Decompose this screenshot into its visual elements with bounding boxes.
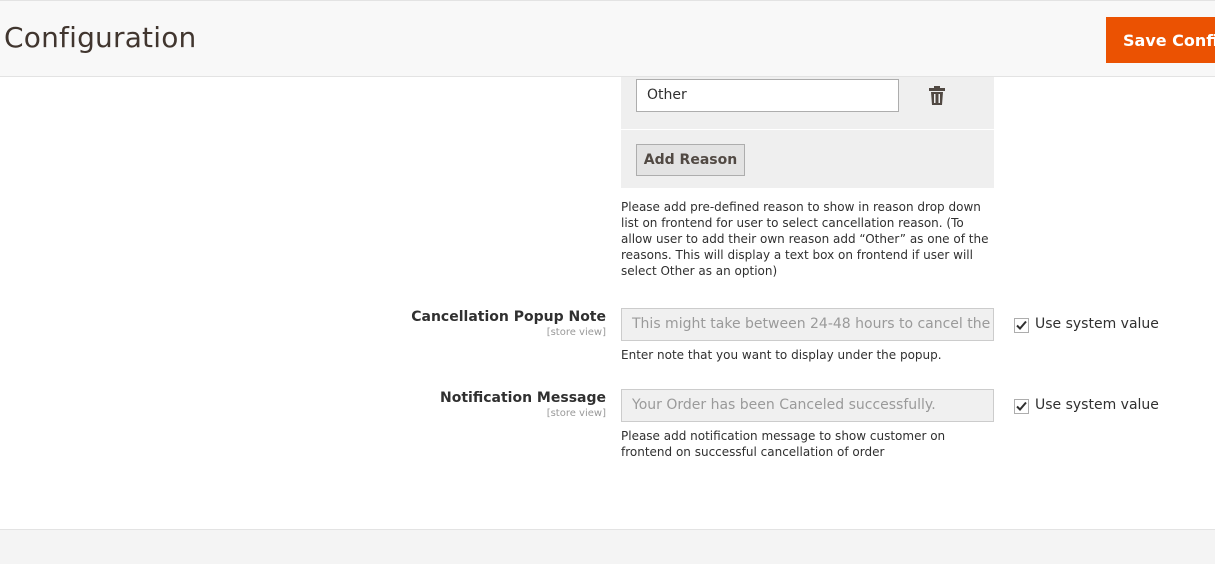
popup-note-use-system-checkbox[interactable] [1014, 318, 1029, 333]
page-footer [0, 529, 1215, 564]
page-title: Configuration [4, 21, 197, 54]
add-reason-row: Add Reason [621, 130, 994, 188]
notification-hint: Please add notification message to show … [621, 429, 946, 459]
reason-input[interactable]: Other [636, 79, 899, 112]
checkmark-icon [1016, 401, 1027, 411]
page-header: Configuration Save Config [0, 0, 1215, 77]
popup-note-use-system-label[interactable]: Use system value [1035, 316, 1159, 332]
checkmark-icon [1016, 320, 1027, 330]
notification-use-system-label[interactable]: Use system value [1035, 397, 1159, 413]
popup-note-scope: [store view] [546, 327, 606, 338]
save-config-button[interactable]: Save Config [1106, 17, 1215, 63]
notification-scope: [store view] [546, 408, 606, 419]
reason-row: Other [621, 77, 994, 129]
notification-input[interactable]: Your Order has been Canceled successfull… [621, 389, 994, 422]
reasons-note: Please add pre-defined reason to show in… [621, 200, 989, 278]
add-reason-button[interactable]: Add Reason [636, 144, 745, 176]
notification-label: Notification Message [440, 390, 606, 406]
popup-note-hint: Enter note that you want to display unde… [621, 348, 942, 362]
popup-note-input[interactable]: This might take between 24-48 hours to c… [621, 308, 994, 341]
trash-icon[interactable] [929, 86, 945, 105]
notification-use-system-checkbox[interactable] [1014, 399, 1029, 414]
popup-note-label: Cancellation Popup Note [411, 309, 606, 325]
